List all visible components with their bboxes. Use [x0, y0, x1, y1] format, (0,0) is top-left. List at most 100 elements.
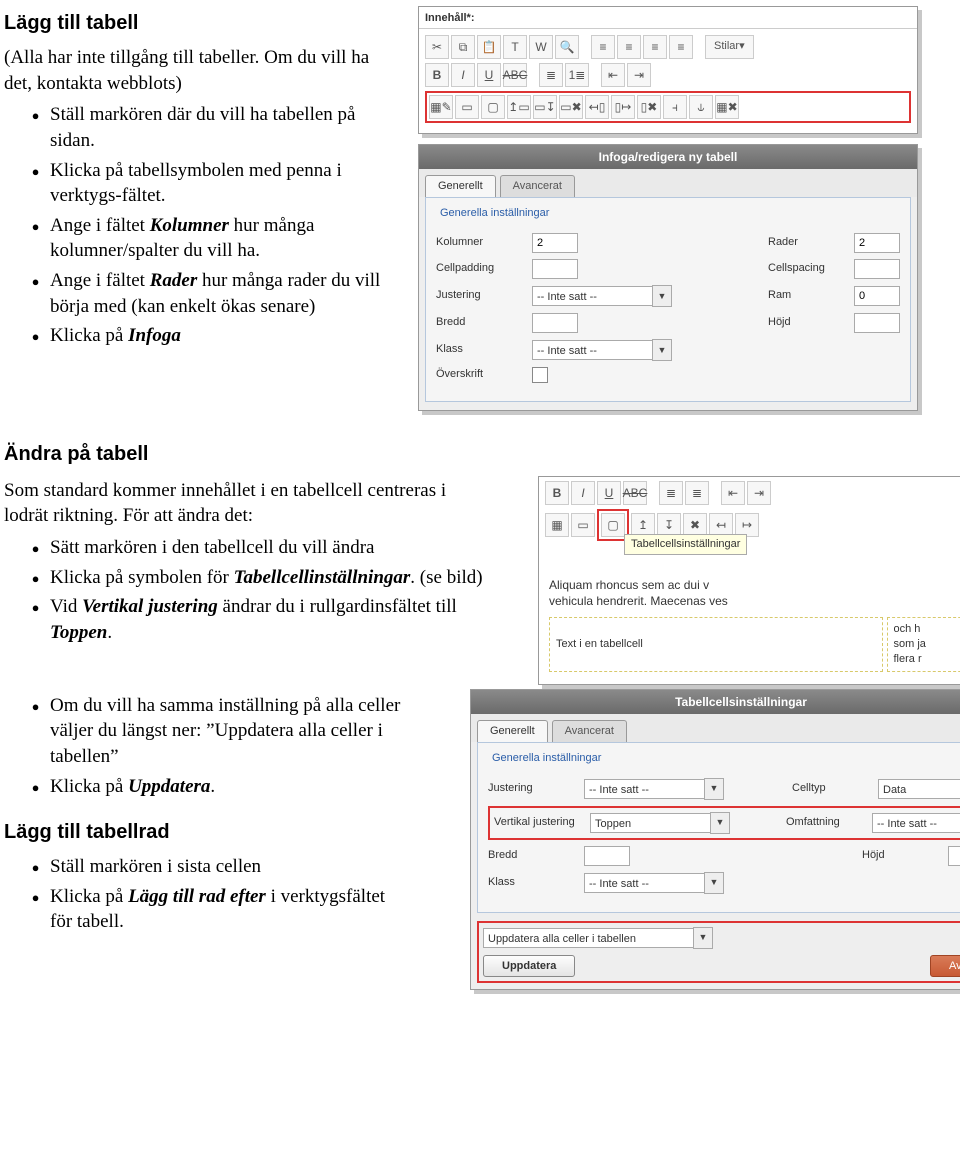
select-omfattning[interactable]: -- Inte satt --▼	[872, 812, 960, 834]
bullet: Ange i fältet Kolumner hur många kolumne…	[46, 213, 394, 264]
col-delete-icon[interactable]: ▯✖	[637, 95, 661, 119]
paste-word-icon[interactable]: W	[529, 35, 553, 59]
table-row-props-icon[interactable]: ▭	[571, 513, 595, 537]
select-justering[interactable]: -- Inte satt --▼	[584, 778, 724, 800]
cell-settings-screenshot: B I U ABC ≣ ≣ ⇤ ⇥ ▦ ▭ ▢	[538, 476, 960, 685]
col-after-icon[interactable]: ▯↦	[611, 95, 635, 119]
label-klass: Klass	[436, 342, 522, 357]
underline-icon[interactable]: U	[597, 481, 621, 505]
label-ram: Ram	[768, 288, 844, 303]
row-before-icon[interactable]: ↥▭	[507, 95, 531, 119]
align-just-icon[interactable]: ≡	[669, 35, 693, 59]
input-rader[interactable]	[854, 233, 900, 253]
input-ram[interactable]	[854, 286, 900, 306]
align-left-icon[interactable]: ≡	[591, 35, 615, 59]
align-center-icon[interactable]: ≡	[617, 35, 641, 59]
tab-advanced[interactable]: Avancerat	[552, 720, 627, 742]
split-cells-icon[interactable]: ⫞	[663, 95, 687, 119]
table-row-props-icon[interactable]: ▭	[455, 95, 479, 119]
bullet: Klicka på Infoga	[46, 323, 394, 349]
input-cellspacing[interactable]	[854, 259, 900, 279]
input-cellpadding[interactable]	[532, 259, 578, 279]
insert-table-dialog: Infoga/redigera ny tabell Generellt Avan…	[418, 144, 918, 411]
label-celltyp: Celltyp	[792, 781, 868, 796]
editor-toolbar-screenshot: Innehåll*: ✂ ⧉ 📋 T W 🔍 ≡ ≡ ≡ ≡	[418, 6, 918, 134]
outdent-icon[interactable]: ⇤	[601, 63, 625, 87]
bullet: Ställ markören i sista cellen	[46, 854, 406, 880]
find-icon[interactable]: 🔍	[555, 35, 579, 59]
select-celltyp[interactable]: Data▼	[878, 778, 960, 800]
select-klass[interactable]: -- Inte satt --▼	[584, 872, 724, 894]
outdent-icon[interactable]: ⇤	[721, 481, 745, 505]
intro-2: Som standard kommer innehållet i en tabe…	[4, 478, 454, 529]
bullet: Klicka på tabellsymbolen med penna i ver…	[46, 158, 394, 209]
update-all-highlight: Uppdatera alla celler i tabellen▼ Uppdat…	[477, 921, 960, 984]
strike-icon[interactable]: ABC	[503, 63, 527, 87]
table-delete-icon[interactable]: ▦✖	[715, 95, 739, 119]
bullet: Ställ markören där du vill ha tabellen p…	[46, 102, 394, 153]
input-kolumner[interactable]	[532, 233, 578, 253]
indent-icon[interactable]: ⇥	[627, 63, 651, 87]
bold-icon[interactable]: B	[425, 63, 449, 87]
merge-cells-icon[interactable]: ⫝	[689, 95, 713, 119]
align-right-icon[interactable]: ≡	[643, 35, 667, 59]
label-klass: Klass	[488, 875, 574, 890]
label-cellpadding: Cellpadding	[436, 261, 522, 276]
select-klass[interactable]: -- Inte satt --▼	[532, 339, 672, 361]
input-hojd[interactable]	[854, 313, 900, 333]
input-hojd[interactable]	[948, 846, 960, 866]
styles-dropdown[interactable]: Stilar ▾	[705, 35, 754, 59]
row-delete-icon[interactable]: ▭✖	[559, 95, 583, 119]
col-before-icon[interactable]: ↤▯	[585, 95, 609, 119]
insert-table-icon[interactable]: ▦✎	[429, 95, 453, 119]
row-after-icon[interactable]: ▭↧	[533, 95, 557, 119]
cut-icon[interactable]: ✂	[425, 35, 449, 59]
ul-icon[interactable]: ≣	[659, 481, 683, 505]
dialog-title: Tabellcellsinställningar ✕	[471, 690, 960, 714]
tab-general[interactable]: Generellt	[477, 720, 548, 742]
input-bredd[interactable]	[584, 846, 630, 866]
label-bredd: Bredd	[488, 848, 574, 863]
checkbox-overskrift[interactable]	[532, 367, 548, 383]
label-justering: Justering	[436, 288, 522, 303]
ol-icon[interactable]: ≣	[685, 481, 709, 505]
paste-text-icon[interactable]: T	[503, 35, 527, 59]
table-toolbar-highlight: ▦✎ ▭ ▢ ↥▭ ▭↧ ▭✖ ↤▯ ▯↦ ▯✖ ⫞ ⫝ ▦✖	[425, 91, 911, 123]
bold-icon[interactable]: B	[545, 481, 569, 505]
copy-icon[interactable]: ⧉	[451, 35, 475, 59]
label-cellspacing: Cellspacing	[768, 261, 844, 276]
select-vertikal[interactable]: Toppen▼	[590, 812, 730, 834]
label-vertikal: Vertikal justering	[494, 815, 580, 830]
italic-icon[interactable]: I	[571, 481, 595, 505]
paste-icon[interactable]: 📋	[477, 35, 501, 59]
bullet: Sätt markören i den tabellcell du vill ä…	[46, 535, 514, 561]
strike-icon[interactable]: ABC	[623, 481, 647, 505]
table-cell-props-icon[interactable]: ▢	[601, 513, 625, 537]
label-justering: Justering	[488, 781, 574, 796]
cancel-button[interactable]: Avbryt	[930, 955, 960, 978]
dialog-title: Infoga/redigera ny tabell	[419, 145, 917, 169]
select-justering[interactable]: -- Inte satt --▼	[532, 285, 672, 307]
sample-text: Aliquam rhoncus sem ac dui v	[549, 577, 960, 593]
field-label: Innehåll*:	[419, 7, 917, 29]
label-omfattning: Omfattning	[786, 815, 862, 830]
select-update-scope[interactable]: Uppdatera alla celler i tabellen▼	[483, 927, 713, 949]
indent-icon[interactable]: ⇥	[747, 481, 771, 505]
input-bredd[interactable]	[532, 313, 578, 333]
heading-add-table: Lägg till tabell	[4, 10, 394, 37]
underline-icon[interactable]: U	[477, 63, 501, 87]
ul-icon[interactable]: ≣	[539, 63, 563, 87]
heading-add-row: Lägg till tabellrad	[4, 819, 446, 846]
bullet: Klicka på symbolen för Tabellcellinställ…	[46, 565, 514, 591]
ol-icon[interactable]: 1≣	[565, 63, 589, 87]
intro-1: (Alla har inte tillgång till tabeller. O…	[4, 45, 394, 96]
cell-sample: Text i en tabellcell	[556, 637, 876, 652]
insert-table-icon[interactable]: ▦	[545, 513, 569, 537]
table-cell-props-icon[interactable]: ▢	[481, 95, 505, 119]
italic-icon[interactable]: I	[451, 63, 475, 87]
label-hojd: Höjd	[862, 848, 938, 863]
update-button[interactable]: Uppdatera	[483, 955, 575, 978]
tab-general[interactable]: Generellt	[425, 175, 496, 197]
tab-advanced[interactable]: Avancerat	[500, 175, 575, 197]
bullet: Ange i fältet Rader hur många rader du v…	[46, 268, 394, 319]
